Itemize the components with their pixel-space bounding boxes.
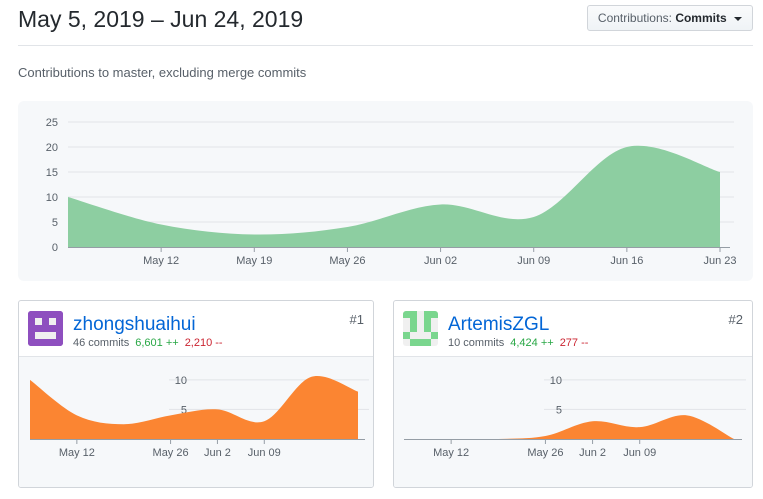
page-header: May 5, 2019 – Jun 24, 2019 Contributions… xyxy=(18,0,753,46)
deletions-count: 277 -- xyxy=(559,337,589,349)
x-tick-label: May 26 xyxy=(329,255,365,267)
identicon-purple-icon[interactable] xyxy=(28,311,63,346)
page-title: May 5, 2019 – Jun 24, 2019 xyxy=(18,6,304,32)
contributor-username-link[interactable]: ArtemisZGL xyxy=(448,314,549,336)
x-tick-label: Jun 09 xyxy=(517,255,550,267)
x-tick-label: May 12 xyxy=(59,447,95,459)
commit-count[interactable]: 10 commits xyxy=(448,337,504,349)
y-tick-label: 10 xyxy=(46,192,58,204)
series-area xyxy=(30,375,358,439)
y-tick-label: 10 xyxy=(550,375,562,387)
x-tick-label: Jun 16 xyxy=(610,255,643,267)
series-area xyxy=(68,145,720,247)
x-tick-label: May 26 xyxy=(153,447,189,459)
y-tick-label: 25 xyxy=(46,117,58,129)
contributor-rank: #2 xyxy=(728,312,743,327)
main-chart-svg: 0 5 10 15 20 25 May 12 May 19 May 26 Jun 02 Jun 09… xyxy=(46,117,737,267)
contributor-chart-svg: 510May 12 May 26 Jun 09Jun 2 xyxy=(30,375,369,459)
x-tick-label: Jun 09 xyxy=(623,447,656,459)
chart-description: Contributions to master, excluding merge… xyxy=(18,65,307,80)
y-tick-label: 15 xyxy=(46,167,58,179)
y-tick-label: 20 xyxy=(46,142,58,154)
contributor-chart-svg: 5 10 May 12 May 26 Jun 09 Jun 2 xyxy=(404,375,746,459)
contributor-chart: 5 10 May 12 May 26 Jun 09 Jun 2 xyxy=(19,357,373,487)
y-tick-label: 10 xyxy=(175,375,187,387)
contributor-username-link[interactable]: zhongshuaihui xyxy=(73,314,196,336)
x-tick-label: Jun 2 xyxy=(579,447,606,459)
x-tick-label: May 12 xyxy=(143,255,179,267)
y-tick-label: 0 xyxy=(52,242,58,254)
commit-count[interactable]: 46 commits xyxy=(73,337,129,349)
series-area xyxy=(404,415,734,440)
main-contributions-chart: 0 5 10 15 20 25 May 12 May 19 May 26 Jun 02 Jun 09… xyxy=(18,101,753,281)
x-tick-label: Jun 23 xyxy=(703,255,736,267)
x-tick-label: Jun 09 xyxy=(248,447,281,459)
x-tick-label: May 19 xyxy=(236,255,272,267)
y-tick-label: 5 xyxy=(52,217,58,229)
deletions-count: 2,210 -- xyxy=(184,337,223,349)
contributor-card-header: zhongshuaihui 46 commits 6,601 ++ 2,210 --… xyxy=(19,301,373,357)
x-tick-label: Jun 02 xyxy=(424,255,457,267)
contributor-card-1: zhongshuaihui 46 commits 6,601 ++ 2,210 --… xyxy=(18,300,374,488)
contributor-stats: 10 commits 4,424 ++ 277 -- xyxy=(448,337,588,349)
contributor-chart: 5 10 May 12 May 26 Jun 09 Jun 2 xyxy=(394,357,752,487)
contributions-dropdown-button[interactable]: Contributions: Commits xyxy=(586,5,753,31)
contributions-selected: Commits xyxy=(675,11,727,25)
x-tick-label: May 26 xyxy=(527,447,563,459)
y-tick-label: 5 xyxy=(556,404,562,416)
contributor-card-header: ArtemisZGL 10 commits 4,424 ++ 277 -- #2 xyxy=(394,301,752,357)
x-tick-label: May 12 xyxy=(433,447,469,459)
additions-count: 4,424 ++ xyxy=(510,337,554,349)
caret-down-icon xyxy=(734,16,742,21)
identicon-green-icon[interactable] xyxy=(403,311,438,346)
contributor-rank: #1 xyxy=(349,312,364,327)
contributor-card-2: ArtemisZGL 10 commits 4,424 ++ 277 -- #2 5… xyxy=(393,300,753,488)
x-tick-label: Jun 2 xyxy=(204,447,231,459)
contributions-label: Contributions: xyxy=(597,11,672,25)
additions-count: 6,601 ++ xyxy=(135,337,179,349)
contributor-stats: 46 commits 6,601 ++ 2,210 -- xyxy=(73,337,223,349)
